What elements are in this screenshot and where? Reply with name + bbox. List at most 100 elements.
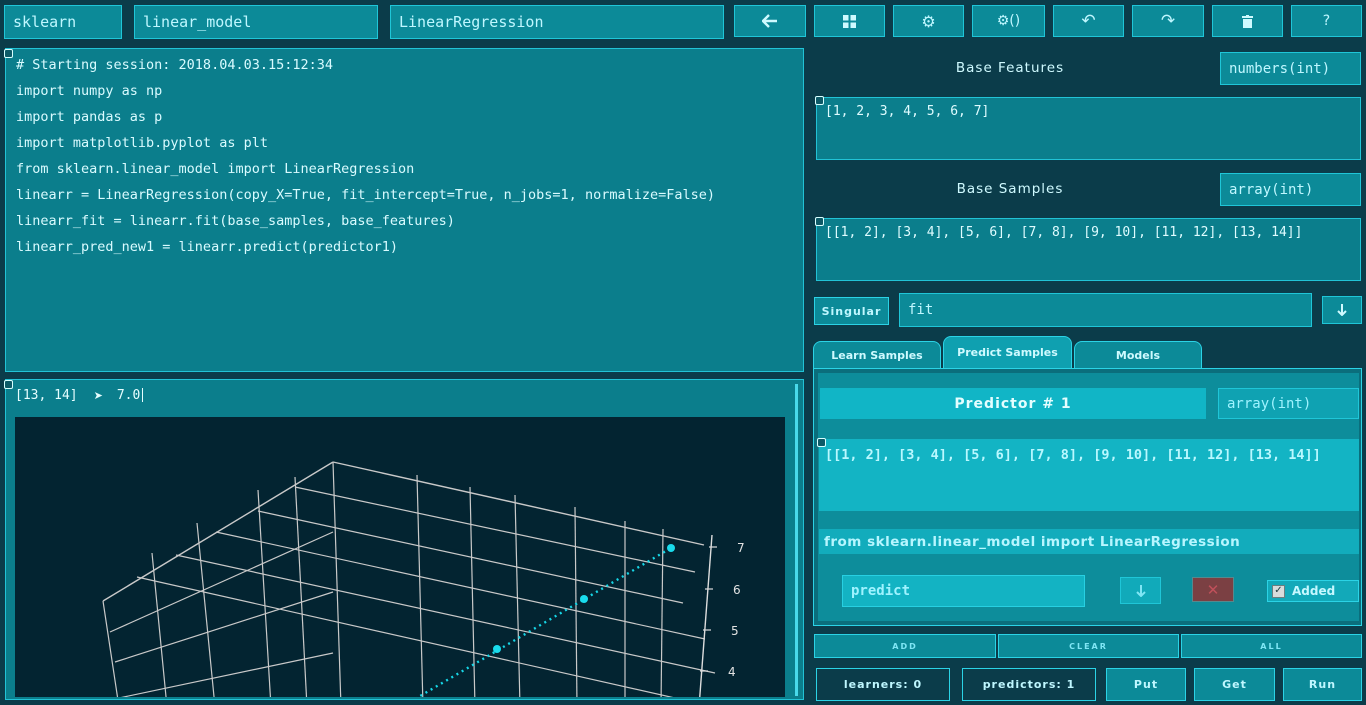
- learners-count: learners: 0: [816, 668, 950, 701]
- grid-line: [416, 474, 424, 697]
- undo-button[interactable]: ↶: [1053, 5, 1124, 37]
- code-line: import numpy as np: [16, 83, 163, 99]
- help-button[interactable]: ?: [1291, 5, 1362, 37]
- tab-predict-samples[interactable]: Predict Samples: [943, 336, 1072, 368]
- grid-button[interactable]: [814, 5, 885, 37]
- grid-line: [257, 489, 272, 697]
- grid-line: [114, 591, 334, 663]
- base-features-input[interactable]: [1, 2, 3, 4, 5, 6, 7]: [816, 97, 1361, 160]
- tab-learn-samples[interactable]: Learn Samples: [813, 341, 941, 368]
- close-icon: ✕: [1206, 580, 1220, 599]
- z-tick-label: 6: [733, 583, 741, 597]
- grid-line: [151, 552, 167, 697]
- checkbox-icon[interactable]: ✓: [1272, 584, 1285, 598]
- plot-area: 7 6 5 4: [15, 417, 785, 697]
- all-button[interactable]: ALL: [1181, 634, 1362, 658]
- grid-line: [332, 461, 342, 697]
- back-arrow-icon: [762, 14, 777, 28]
- down-arrow-icon: [1337, 304, 1347, 316]
- settings-button[interactable]: ⚙: [893, 5, 964, 37]
- submodule-field[interactable]: linear_model: [134, 5, 378, 39]
- grid-line: [514, 494, 521, 697]
- add-button[interactable]: ADD: [814, 634, 996, 658]
- code-line: from sklearn.linear_model import LinearR…: [16, 161, 415, 177]
- grid-line: [574, 506, 578, 697]
- predictors-count: predictors: 1: [962, 668, 1096, 701]
- z-tick-label: 4: [728, 665, 736, 679]
- trash-icon: [1242, 14, 1253, 28]
- data-point: [667, 544, 675, 552]
- grid-icon: [843, 14, 856, 28]
- back-button[interactable]: [734, 5, 806, 37]
- base-features-label: Base Features: [955, 60, 1065, 76]
- z-tick-label: 7: [737, 541, 745, 555]
- base-samples-type[interactable]: array(int): [1220, 173, 1361, 206]
- z-tick-label: 5: [731, 624, 739, 638]
- run-button[interactable]: Run: [1283, 668, 1362, 701]
- grid-line: [332, 461, 705, 546]
- data-point: [580, 595, 588, 603]
- method-field[interactable]: fit: [899, 293, 1312, 327]
- method-down-button[interactable]: [1322, 296, 1362, 324]
- predictor-remove-button[interactable]: ✕: [1192, 577, 1234, 602]
- prediction-input: [13, 14]: [15, 387, 78, 403]
- gear-icon: ⚙: [921, 11, 936, 31]
- grid-line: [120, 652, 334, 697]
- base-samples-input[interactable]: [[1, 2], [3, 4], [5, 6], [7, 8], [9, 10]…: [816, 218, 1361, 281]
- help-icon: ?: [1322, 13, 1331, 29]
- code-line: linearr = LinearRegression(copy_X=True, …: [16, 187, 715, 203]
- code-panel[interactable]: # Starting session: 2018.04.03.15:12:34 i…: [5, 48, 804, 372]
- singular-button[interactable]: Singular: [814, 297, 889, 325]
- added-checkbox-row[interactable]: ✓ Added: [1267, 580, 1359, 602]
- grid-line: [136, 576, 674, 697]
- grid-line: [660, 528, 664, 697]
- grid-line: [215, 531, 706, 640]
- tab-models[interactable]: Models: [1074, 341, 1202, 368]
- class-field[interactable]: LinearRegression: [390, 5, 724, 39]
- code-panel-handle[interactable]: [4, 49, 13, 58]
- grid-line: [196, 522, 215, 697]
- predictor-title: Predictor # 1: [820, 388, 1206, 419]
- output-scrollbar[interactable]: [795, 384, 798, 696]
- get-button[interactable]: Get: [1194, 668, 1275, 701]
- plot-3d: 7 6 5 4: [102, 461, 745, 697]
- code-line: import pandas as p: [16, 109, 163, 125]
- base-features-handle[interactable]: [815, 96, 824, 105]
- put-button[interactable]: Put: [1106, 668, 1186, 701]
- grid-line: [294, 476, 308, 697]
- base-samples-handle[interactable]: [815, 217, 824, 226]
- data-point: [493, 645, 501, 653]
- grid-line: [102, 600, 119, 697]
- predictor-import-line: from sklearn.linear_model import LinearR…: [819, 529, 1359, 554]
- delete-button[interactable]: [1212, 5, 1283, 37]
- prediction-line: [13, 14] ➤ 7.0: [15, 385, 144, 405]
- redo-icon: ↷: [1160, 11, 1176, 31]
- text-cursor: [142, 388, 144, 402]
- z-axis: [699, 534, 713, 697]
- base-features-type[interactable]: numbers(int): [1220, 52, 1361, 85]
- code-lines: # Starting session: 2018.04.03.15:12:34 i…: [16, 52, 803, 260]
- gear-params-icon: ⚙(): [996, 13, 1021, 29]
- down-arrow-icon: [1135, 584, 1146, 597]
- module-field[interactable]: sklearn: [4, 5, 122, 39]
- grid-line: [102, 461, 334, 602]
- code-line: import matplotlib.pyplot as plt: [16, 135, 268, 151]
- clear-button[interactable]: CLEAR: [998, 634, 1179, 658]
- params-button[interactable]: ⚙(): [972, 5, 1045, 37]
- predictor-type[interactable]: array(int): [1218, 388, 1359, 419]
- prediction-result: 7.0: [116, 387, 141, 403]
- redo-button[interactable]: ↷: [1132, 5, 1204, 37]
- output-panel-handle[interactable]: [4, 380, 13, 389]
- code-line: linearr_pred_new1 = linearr.predict(pred…: [16, 239, 399, 255]
- code-line: linearr_fit = linearr.fit(base_samples, …: [16, 213, 455, 229]
- code-line: # Starting session: 2018.04.03.15:12:34: [16, 57, 333, 73]
- predictor-down-button[interactable]: [1120, 577, 1161, 604]
- base-samples-label: Base Samples: [956, 181, 1064, 197]
- predictor-method-field[interactable]: predict: [842, 575, 1085, 607]
- predictor-value[interactable]: [[1, 2], [3, 4], [5, 6], [7, 8], [9, 10]…: [819, 439, 1359, 511]
- arrow-icon: ➤: [93, 388, 103, 402]
- grid-line: [175, 554, 716, 674]
- added-label: Added: [1292, 584, 1336, 598]
- predictor-handle[interactable]: [817, 438, 826, 447]
- undo-icon: ↶: [1081, 11, 1096, 31]
